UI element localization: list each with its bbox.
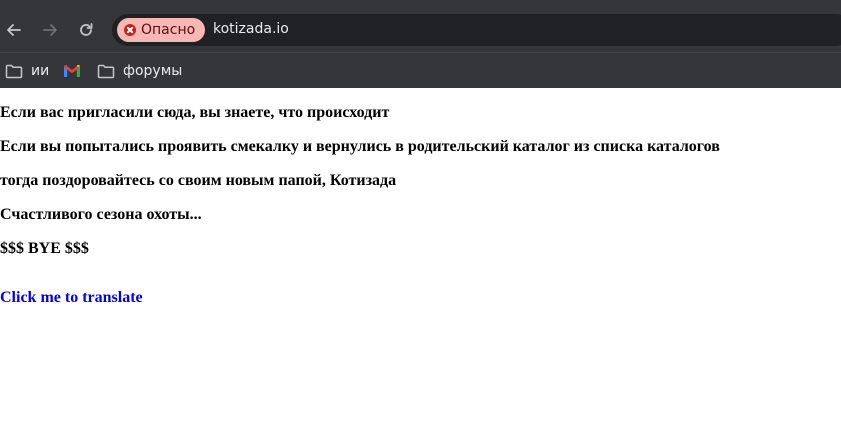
text-line: тогда поздоровайтесь со своим новым папо… [0, 172, 397, 189]
bookmark-label: ии [31, 63, 50, 79]
url-text[interactable]: kotizada.io [213, 21, 289, 37]
text-line: Если вы попытались проявить смекалку и в… [0, 138, 720, 155]
address-bar[interactable]: Опасно kotizada.io [112, 14, 841, 46]
browser-chrome: Опасно kotizada.io ии форумы [0, 0, 841, 88]
translate-link[interactable]: Click me to translate [0, 289, 143, 307]
back-arrow-icon [7, 24, 21, 36]
forward-arrow-icon [43, 24, 57, 36]
page-content: Если вас пригласили сюда, вы знаете, что… [0, 88, 841, 440]
text-line: Счастливого сезона охоты... [0, 206, 202, 223]
folder-icon [5, 64, 23, 78]
bookmark-ii[interactable]: ии [5, 59, 49, 83]
security-warning-chip[interactable]: Опасно [117, 18, 206, 42]
folder-icon [97, 64, 115, 78]
text-line: $$$ BYE $$$ [0, 240, 89, 257]
not-secure-icon [124, 24, 136, 36]
reload-icon [80, 23, 93, 36]
active-tab[interactable] [0, 0, 841, 8]
text-line: Если вас пригласили сюда, вы знаете, что… [0, 104, 390, 121]
forward-button[interactable] [36, 16, 64, 44]
back-button[interactable] [0, 16, 28, 44]
security-label: Опасно [141, 22, 196, 38]
bookmark-label: форумы [123, 63, 183, 79]
tab-strip [0, 0, 841, 8]
bookmarks-bar: ии форумы [0, 52, 841, 88]
gmail-icon [64, 65, 80, 77]
bookmark-forums[interactable]: форумы [97, 59, 182, 83]
browser-toolbar: Опасно kotizada.io [0, 8, 841, 52]
reload-button[interactable] [72, 16, 100, 44]
bookmark-gmail[interactable] [64, 59, 88, 83]
